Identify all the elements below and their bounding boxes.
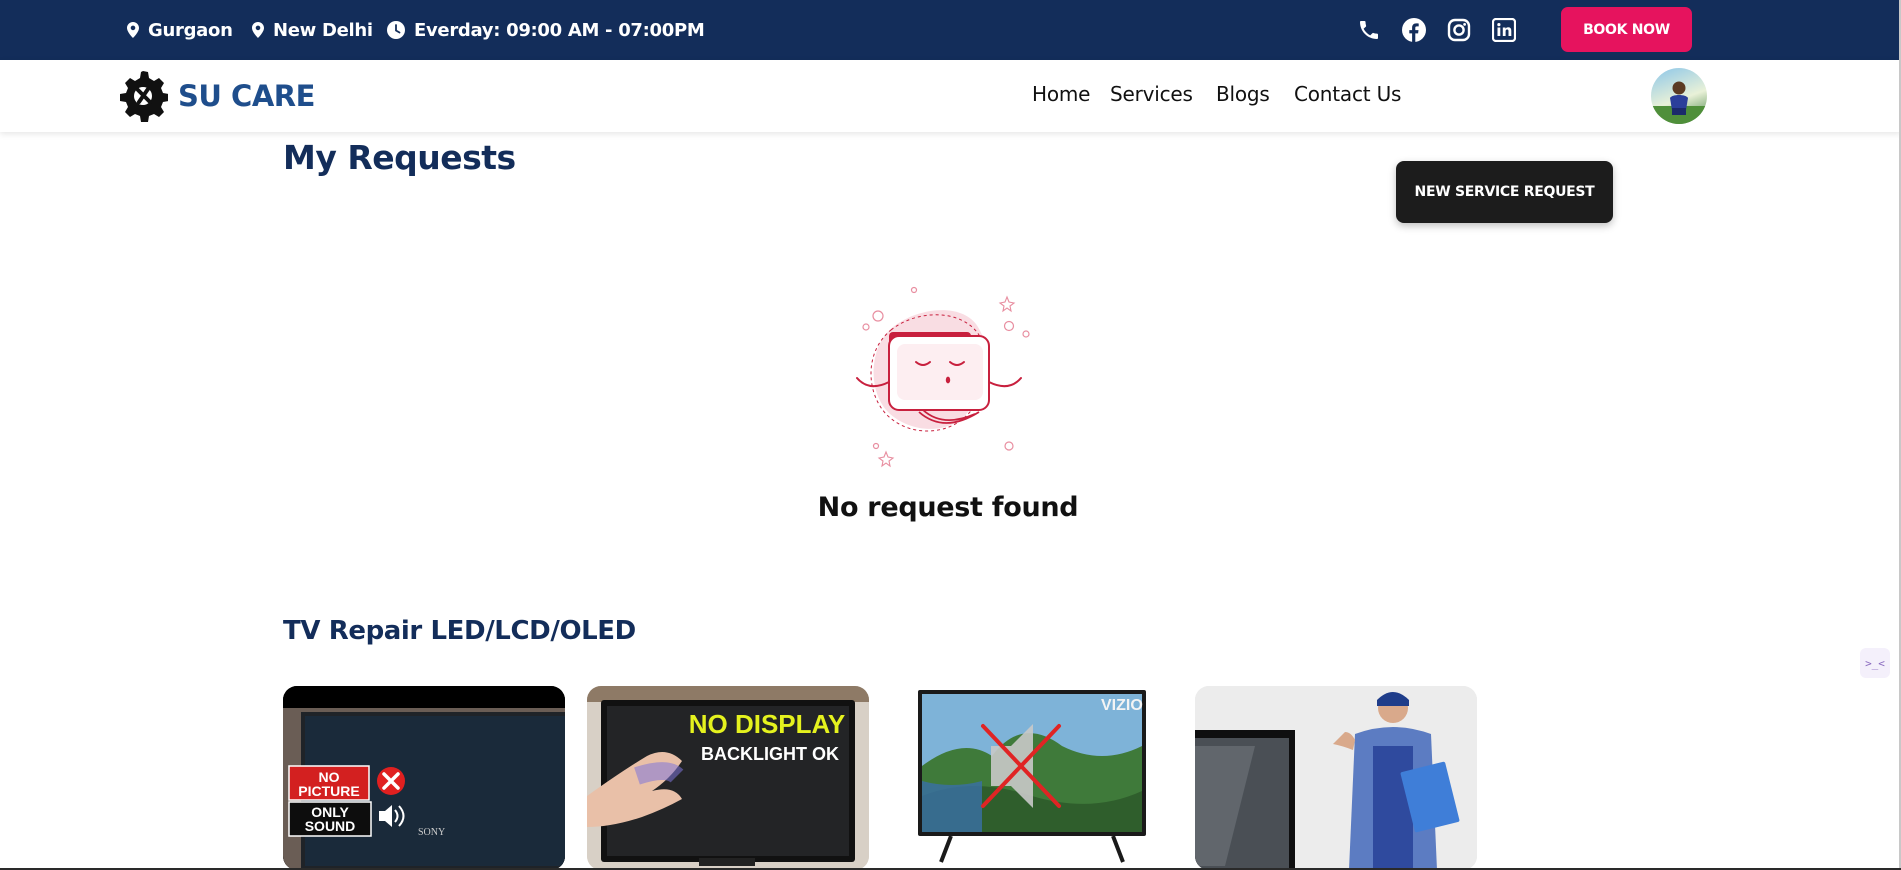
nav-home[interactable]: Home: [1032, 82, 1090, 106]
card-image: NO DISPLAY BACKLIGHT OK: [587, 686, 869, 870]
service-card-no-display[interactable]: NO DISPLAY BACKLIGHT OK: [587, 686, 869, 870]
book-now-button[interactable]: BOOK NOW: [1561, 7, 1692, 52]
instagram-icon[interactable]: [1445, 16, 1473, 44]
phone-icon[interactable]: [1355, 16, 1383, 44]
hours-label: Everday: 09:00 AM - 07:00PM: [414, 19, 705, 41]
gear-wrench-logo-icon: [120, 71, 168, 122]
nav-blogs[interactable]: Blogs: [1216, 82, 1270, 106]
clock-icon: [387, 21, 405, 39]
top-info-bar: Gurgaon New Delhi Everday: 09:00 AM - 07…: [0, 0, 1901, 60]
location-new-delhi: New Delhi: [252, 0, 373, 60]
map-pin-icon: [252, 22, 264, 38]
service-card-no-picture[interactable]: NO PICTURE ONLY SOUND SONY: [283, 686, 565, 870]
section-title: TV Repair LED/LCD/OLED: [283, 616, 636, 646]
svg-text:PICTURE: PICTURE: [298, 783, 359, 799]
svg-text:VIZIO: VIZIO: [1101, 697, 1143, 714]
card-image: NO PICTURE ONLY SOUND SONY: [283, 686, 565, 870]
nav-services[interactable]: Services: [1110, 82, 1193, 106]
facebook-icon[interactable]: [1400, 16, 1428, 44]
business-hours: Everday: 09:00 AM - 07:00PM: [387, 0, 705, 60]
map-pin-icon: [127, 22, 139, 38]
location-label: Gurgaon: [148, 19, 233, 41]
nav-contact-us[interactable]: Contact Us: [1294, 82, 1401, 106]
location-gurgaon: Gurgaon: [127, 0, 233, 60]
brand-name: SU CARE: [178, 79, 315, 113]
brand-logo[interactable]: SU CARE: [118, 68, 315, 124]
svg-text:SONY: SONY: [418, 827, 445, 838]
svg-text:BACKLIGHT OK: BACKLIGHT OK: [701, 744, 839, 764]
svg-text:SOUND: SOUND: [305, 818, 356, 834]
service-card-technician[interactable]: [1195, 686, 1477, 870]
chat-widget-icon[interactable]: >_<: [1860, 648, 1890, 678]
linkedin-icon[interactable]: [1490, 16, 1518, 44]
location-label: New Delhi: [273, 19, 373, 41]
card-image: [1195, 686, 1477, 870]
card-image: VIZIO: [891, 686, 1173, 870]
svg-text:NO DISPLAY: NO DISPLAY: [689, 709, 846, 739]
page-title: My Requests: [283, 138, 516, 177]
empty-state-illustration: [833, 282, 1063, 472]
service-card-no-sound[interactable]: VIZIO: [891, 686, 1173, 870]
user-avatar[interactable]: [1651, 68, 1707, 124]
empty-state-message: No request found: [817, 492, 1079, 523]
new-service-request-button[interactable]: NEW SERVICE REQUEST: [1396, 161, 1613, 223]
